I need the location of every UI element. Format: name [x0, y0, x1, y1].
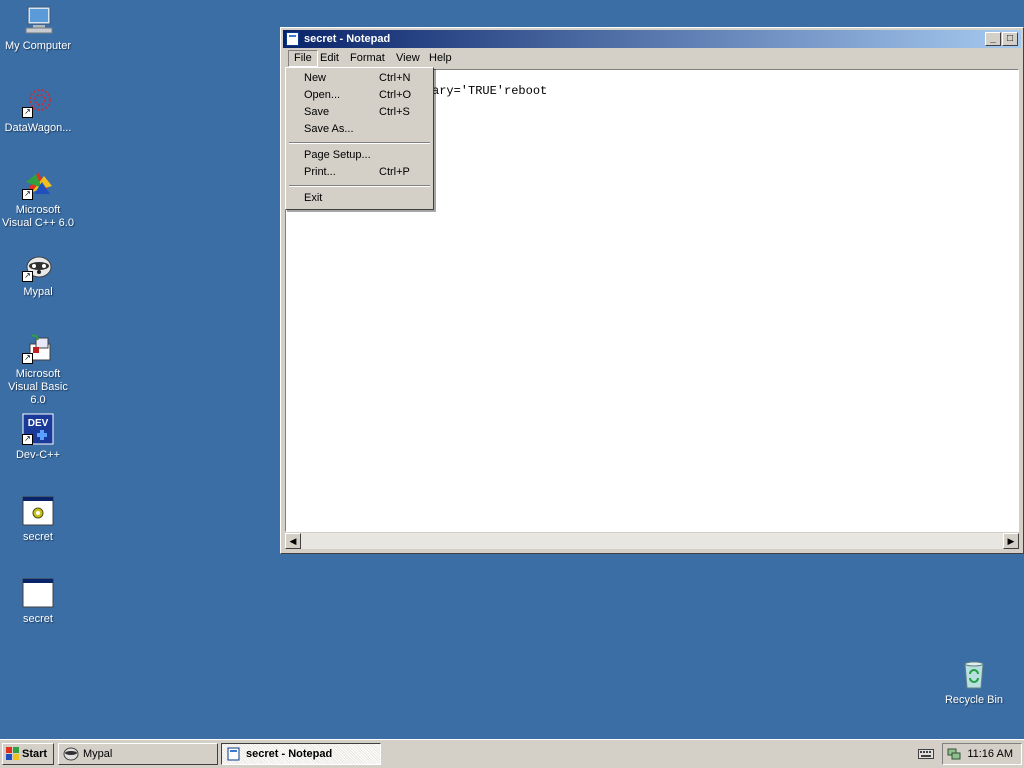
desktop-icon-visual-basic[interactable]: ↗ Microsoft Visual Basic 6.0	[0, 332, 76, 407]
notepad-icon	[286, 32, 299, 46]
taskbar-button-mypal[interactable]: Mypal	[58, 743, 218, 765]
title-bar[interactable]: secret - Notepad _ □	[283, 30, 1021, 48]
desktop-icon-label: Microsoft Visual Basic 6.0	[8, 368, 68, 406]
menu-item-print[interactable]: Print... Ctrl+P	[288, 164, 431, 181]
menu-separator	[289, 142, 430, 144]
keyboard-icon[interactable]	[918, 748, 934, 760]
mypal-icon: ↗	[22, 250, 54, 282]
menu-item-save[interactable]: Save Ctrl+S	[288, 104, 431, 121]
network-icon[interactable]	[947, 747, 961, 761]
desktop-icon-datawagon[interactable]: ↗ DataWagon...	[0, 86, 76, 135]
windows-logo-icon	[6, 747, 19, 760]
menu-item-open[interactable]: Open... Ctrl+O	[288, 87, 431, 104]
dev-cpp-icon: DEV ↗	[22, 413, 54, 445]
taskbar-button-label: Mypal	[83, 748, 113, 760]
desktop-icon-label: My Computer	[4, 40, 72, 52]
desktop-icon-my-computer[interactable]: My Computer	[0, 4, 76, 53]
taskbar-button-notepad[interactable]: secret - Notepad	[221, 743, 381, 765]
application-window-icon	[22, 577, 54, 609]
horizontal-scrollbar[interactable]: ◀ ▶	[285, 533, 1019, 549]
desktop-icon-secret-1[interactable]: secret	[0, 495, 76, 544]
menu-item-exit[interactable]: Exit	[288, 190, 431, 207]
scroll-left-button[interactable]: ◀	[285, 533, 301, 549]
minimize-button[interactable]: _	[985, 32, 1001, 46]
scroll-right-button[interactable]: ▶	[1003, 533, 1019, 549]
desktop-icon-label: secret	[23, 531, 53, 543]
shortcut-arrow-icon: ↗	[22, 271, 33, 282]
shortcut-arrow-icon: ↗	[22, 107, 33, 118]
notepad-icon	[226, 747, 242, 761]
menu-item-save-as[interactable]: Save As...	[288, 121, 431, 138]
editor-content: ary='TRUE'reboot	[432, 84, 548, 98]
clock[interactable]: 11:16 AM	[967, 744, 1013, 764]
shortcut-arrow-icon: ↗	[22, 189, 33, 200]
menu-item-new[interactable]: New Ctrl+N	[288, 70, 431, 87]
computer-icon	[22, 4, 54, 36]
desktop-icon-label: DataWagon...	[4, 122, 72, 134]
datawagon-icon: ↗	[22, 86, 54, 118]
menu-edit[interactable]: Edit	[315, 50, 344, 67]
menu-format[interactable]: Format	[345, 50, 390, 67]
desktop-icon-label: Microsoft Visual C++ 6.0	[2, 204, 74, 229]
start-button[interactable]: Start	[2, 743, 54, 765]
menu-view[interactable]: View	[391, 50, 425, 67]
menu-separator	[289, 185, 430, 187]
menu-file[interactable]: File	[288, 50, 318, 67]
menu-item-page-setup[interactable]: Page Setup...	[288, 147, 431, 164]
desktop-icon-label: Recycle Bin	[944, 694, 1004, 706]
desktop-icon-mypal[interactable]: ↗ Mypal	[0, 250, 76, 299]
maximize-button[interactable]: □	[1002, 32, 1018, 46]
file-menu-dropdown: New Ctrl+N Open... Ctrl+O Save Ctrl+S Sa…	[285, 67, 434, 210]
desktop-icon-label: secret	[23, 613, 53, 625]
application-window-icon	[22, 495, 54, 527]
desktop-icon-recycle-bin[interactable]: Recycle Bin	[936, 658, 1012, 707]
window-title: secret - Notepad	[304, 33, 391, 45]
desktop-icon-label: Dev-C++	[15, 449, 61, 461]
desktop-icon-visual-cpp[interactable]: ↗ Microsoft Visual C++ 6.0	[0, 168, 76, 230]
shortcut-arrow-icon: ↗	[22, 434, 33, 445]
desktop-icon-label: Mypal	[23, 286, 53, 298]
svg-text:DEV: DEV	[28, 418, 49, 429]
taskbar: Start Mypal secret - Notepad 11:16 AM	[0, 739, 1024, 768]
visual-cpp-icon: ↗	[22, 168, 54, 200]
menu-bar: File Edit Format View Help	[283, 49, 1021, 68]
recycle-bin-icon	[958, 658, 990, 690]
taskbar-button-label: secret - Notepad	[246, 748, 333, 760]
desktop-icon-secret-2[interactable]: secret	[0, 577, 76, 626]
system-tray: 11:16 AM	[942, 743, 1022, 765]
visual-basic-icon: ↗	[22, 332, 54, 364]
start-label: Start	[22, 748, 48, 760]
menu-help[interactable]: Help	[424, 50, 457, 67]
mypal-icon	[63, 747, 79, 761]
shortcut-arrow-icon: ↗	[22, 353, 33, 364]
desktop-icon-dev-cpp[interactable]: DEV ↗ Dev-C++	[0, 413, 76, 462]
